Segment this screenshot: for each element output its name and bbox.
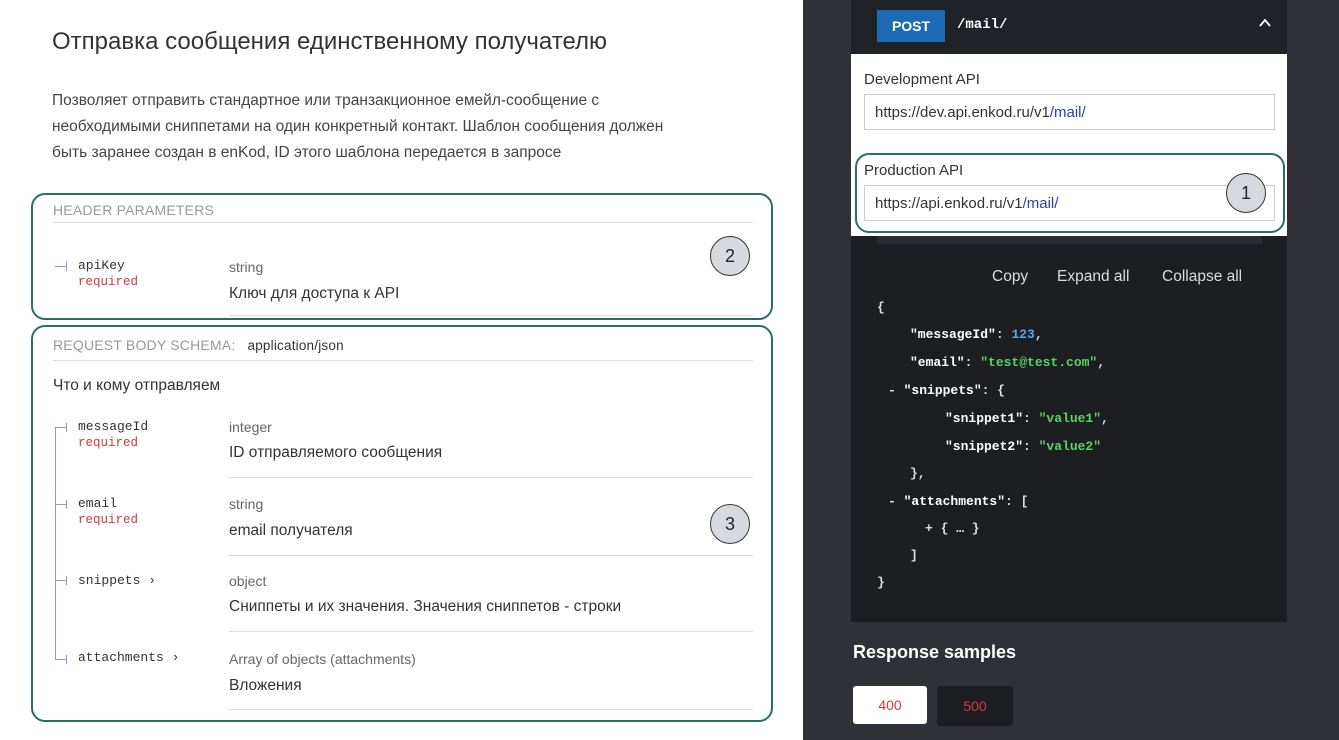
tree-connector bbox=[66, 500, 67, 509]
divider bbox=[229, 709, 753, 710]
endpoint-path: /mail/ bbox=[957, 17, 1008, 33]
param-description: ID отправляемого сообщения bbox=[229, 444, 443, 461]
content-type: application/json bbox=[247, 338, 344, 353]
divider bbox=[229, 631, 753, 632]
server-url-development[interactable]: https://dev.api.enkod.ru/v1/mail/ bbox=[864, 94, 1275, 130]
param-type: string bbox=[229, 259, 264, 275]
expand-all-button[interactable]: Expand all bbox=[1057, 268, 1129, 286]
param-name-snippets[interactable]: snippets › bbox=[78, 573, 156, 588]
tree-line bbox=[55, 427, 56, 659]
code-line: { bbox=[877, 300, 885, 315]
endpoint-description: Позволяет отправить стандартное или тран… bbox=[52, 88, 752, 166]
header-params-heading: HEADER PARAMETERS bbox=[53, 202, 215, 218]
annotation-marker-3: 3 bbox=[710, 504, 750, 544]
param-required: required bbox=[78, 436, 139, 450]
param-description: Ключ для доступа к API bbox=[229, 285, 400, 302]
chevron-up-icon[interactable] bbox=[1259, 17, 1271, 29]
param-description: email получателя bbox=[229, 522, 353, 539]
description-line: необходимыми сниппетами на один конкретн… bbox=[52, 118, 664, 135]
request-body-heading: REQUEST BODY SCHEMA: application/json bbox=[53, 337, 344, 353]
divider bbox=[229, 555, 753, 556]
tree-connector bbox=[66, 262, 67, 271]
code-line: "snippet1": "value1", bbox=[945, 411, 1109, 426]
param-description: Сниппеты и их значения. Значения сниппет… bbox=[229, 598, 622, 615]
response-samples-title: Response samples bbox=[853, 642, 1017, 662]
response-tab-400[interactable]: 400 bbox=[853, 686, 927, 724]
copy-button[interactable]: Copy bbox=[992, 268, 1028, 286]
request-body-subtitle: Что и кому отправляем bbox=[53, 377, 221, 394]
server-base-url: https://dev.api.enkod.ru/v1 bbox=[875, 104, 1050, 121]
code-line: - "attachments": [ bbox=[888, 494, 1029, 509]
tab-strip bbox=[877, 236, 1262, 244]
param-type: Array of objects (attachments) bbox=[229, 651, 416, 667]
description-line: быть заранее создан в enKod, ID этого ша… bbox=[52, 144, 562, 161]
param-required: required bbox=[78, 275, 139, 289]
description-line: Позволяет отправить стандартное или тран… bbox=[52, 92, 600, 109]
http-method-badge: POST bbox=[877, 10, 945, 42]
param-type: string bbox=[229, 496, 264, 512]
code-line: } bbox=[877, 575, 885, 590]
api-docs-page: Отправка сообщения единственному получат… bbox=[0, 0, 1339, 740]
code-line: - "snippets": { bbox=[888, 383, 1006, 398]
request-sample-code bbox=[851, 236, 1287, 622]
param-type: object bbox=[229, 573, 267, 589]
divider bbox=[53, 222, 753, 223]
production-api-highlight bbox=[855, 153, 1285, 233]
code-line: "messageId": 123, bbox=[910, 327, 1043, 342]
server-path: /mail/ bbox=[1049, 104, 1086, 121]
code-line: ] bbox=[910, 548, 918, 563]
page-title: Отправка сообщения единственному получат… bbox=[52, 28, 608, 55]
code-line: "snippet2": "value2" bbox=[945, 439, 1102, 454]
param-type: integer bbox=[229, 419, 272, 435]
code-line: "email": "test@test.com", bbox=[910, 355, 1106, 370]
code-line: }, bbox=[910, 466, 926, 481]
collapse-toggle[interactable]: - bbox=[888, 383, 904, 398]
request-body-heading-label: REQUEST BODY SCHEMA: bbox=[53, 337, 236, 353]
param-required: required bbox=[78, 513, 139, 527]
divider bbox=[229, 477, 753, 478]
collapse-toggle[interactable]: - bbox=[888, 494, 904, 509]
param-name-email: email bbox=[78, 496, 118, 511]
response-tab-500[interactable]: 500 bbox=[937, 686, 1013, 726]
divider bbox=[229, 315, 753, 316]
param-name-messageid: messageId bbox=[78, 419, 149, 434]
annotation-marker-2: 2 bbox=[710, 236, 750, 276]
param-description: Вложения bbox=[229, 677, 302, 694]
param-name-apikey: apiKey bbox=[78, 258, 125, 273]
documentation-pane: Отправка сообщения единственному получат… bbox=[0, 0, 803, 740]
expand-toggle[interactable]: + { … } bbox=[925, 521, 980, 536]
param-name-attachments[interactable]: attachments › bbox=[78, 650, 179, 665]
server-label-development: Development API bbox=[864, 71, 980, 88]
tree-connector bbox=[66, 423, 67, 432]
collapse-all-button[interactable]: Collapse all bbox=[1162, 268, 1242, 286]
tree-connector bbox=[66, 576, 67, 585]
tree-connector bbox=[66, 655, 67, 664]
annotation-marker-1: 1 bbox=[1226, 173, 1266, 213]
divider bbox=[53, 360, 753, 361]
